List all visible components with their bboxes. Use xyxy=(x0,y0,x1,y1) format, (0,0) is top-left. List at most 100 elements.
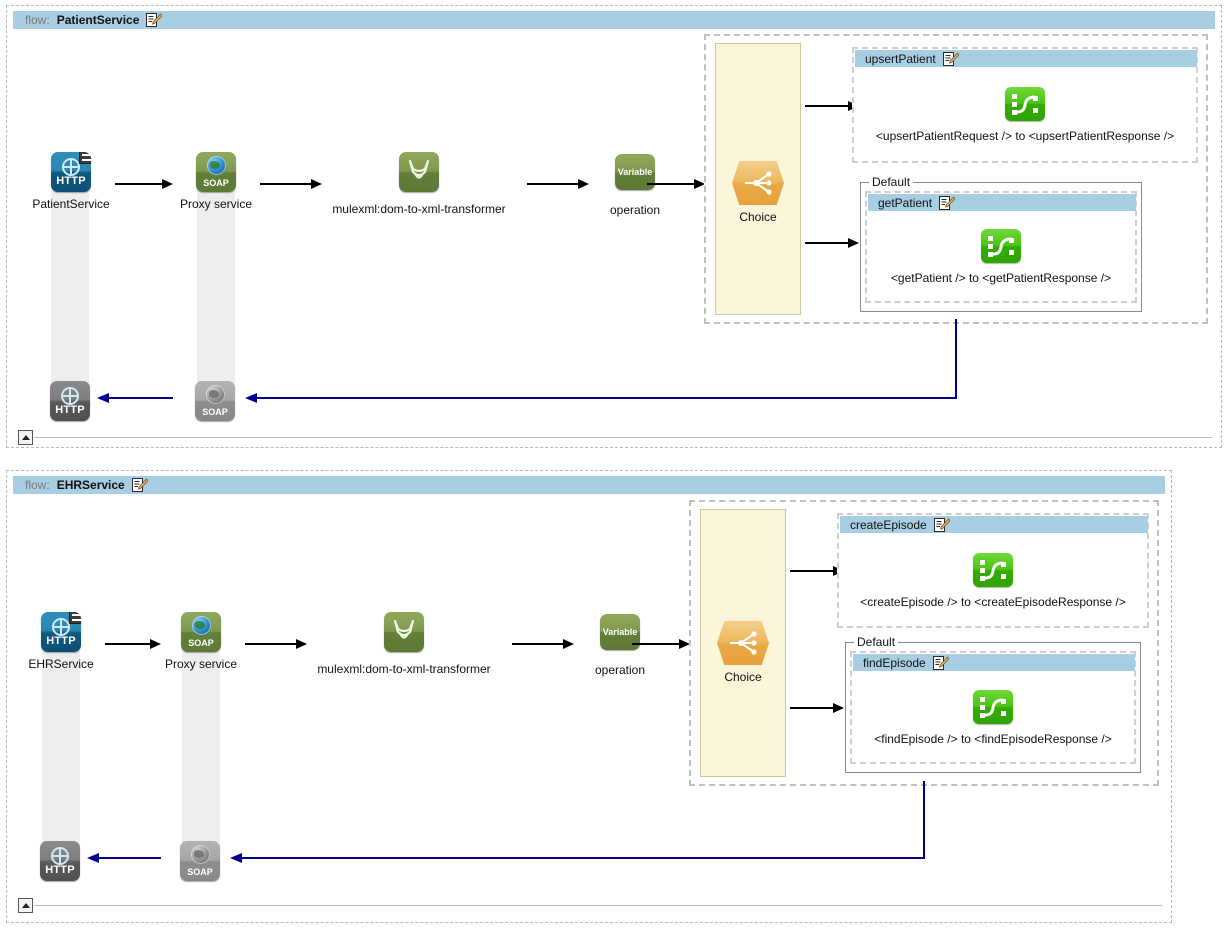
route-title: upsertPatient xyxy=(865,51,936,66)
collapse-up-icon[interactable] xyxy=(18,898,33,913)
globe-glyph xyxy=(61,387,79,405)
soap-proxy-icon[interactable]: SOAP xyxy=(180,841,220,881)
mapping-curve-glyph xyxy=(982,698,1004,717)
flow-title: EHRService xyxy=(56,478,125,492)
node-label: EHRService xyxy=(28,657,94,671)
globe-glyph xyxy=(52,618,70,636)
route-upsertpatient[interactable]: upsertPatient <upsertPatientRequest /> t… xyxy=(852,47,1198,163)
flow-container-ehrservice[interactable]: flow: EHRService HTTP EHRService SOAP Pr… xyxy=(6,470,1172,923)
flow-title: PatientService xyxy=(56,13,140,27)
node-patientservice-return-soap[interactable]: SOAP xyxy=(195,381,235,421)
http-endpoint-icon[interactable]: HTTP xyxy=(40,841,80,881)
route-findepisode[interactable]: findEpisode <findEpisode /> to <findEpis… xyxy=(850,651,1136,764)
edit-pencil-icon[interactable] xyxy=(131,478,149,492)
lane-http-patientservice xyxy=(51,191,89,386)
soap-icon-label: SOAP xyxy=(187,867,213,877)
choice-glyph xyxy=(745,171,772,195)
node-label: PatientService xyxy=(32,197,110,211)
node-ehrservice-proxy[interactable]: SOAP Proxy service xyxy=(161,612,241,671)
edit-pencil-icon[interactable] xyxy=(146,13,163,27)
collapse-divider xyxy=(34,437,1212,438)
edit-pencil-icon[interactable] xyxy=(933,517,951,532)
edit-pencil-icon[interactable] xyxy=(939,195,956,210)
globe-glyph xyxy=(207,156,226,175)
mule-flow-canvas: flow: PatientService HTTP PatientService… xyxy=(0,0,1228,929)
route-header[interactable]: createEpisode xyxy=(840,516,1148,533)
route-createepisode[interactable]: createEpisode <createEpisode /> to <crea… xyxy=(837,513,1149,628)
node-patientservice-return-http[interactable]: HTTP xyxy=(50,381,90,421)
inbound-endpoint-badge-icon xyxy=(79,152,91,164)
datamapper-transform-icon[interactable] xyxy=(973,553,1013,587)
node-patientservice-proxy[interactable]: SOAP Proxy service xyxy=(175,152,257,211)
node-ehrservice-return-soap[interactable]: SOAP xyxy=(180,841,220,881)
edit-pencil-icon[interactable] xyxy=(942,51,960,66)
node-label: Proxy service xyxy=(164,657,238,671)
mapping-curve-glyph xyxy=(982,561,1004,580)
http-endpoint-icon[interactable]: HTTP xyxy=(50,381,90,421)
soap-icon-label: SOAP xyxy=(202,407,228,417)
flow-header-ehrservice[interactable]: flow: EHRService xyxy=(13,476,1165,494)
node-ehrservice-return-http[interactable]: HTTP xyxy=(40,841,80,881)
route-caption: <findEpisode /> to <findEpisodeResponse … xyxy=(874,732,1112,746)
return-line-vertical xyxy=(923,781,925,858)
soap-proxy-icon[interactable]: SOAP xyxy=(196,152,236,192)
globe-glyph xyxy=(206,385,225,404)
route-body: <createEpisode /> to <createEpisodeRespo… xyxy=(839,553,1147,609)
route-getpatient[interactable]: getPatient <getPatient /> to <getPatient… xyxy=(865,191,1137,303)
edit-pencil-icon[interactable] xyxy=(932,655,950,670)
route-caption: <getPatient /> to <getPatientResponse /> xyxy=(890,271,1112,285)
inbound-endpoint-badge-icon xyxy=(69,612,81,624)
http-endpoint-icon[interactable]: HTTP xyxy=(51,152,91,192)
http-endpoint-icon[interactable]: HTTP xyxy=(41,612,81,652)
group-title: Default xyxy=(854,635,899,649)
node-label: Choice xyxy=(739,210,777,224)
lane-http-ehrservice xyxy=(42,651,80,847)
lane-soap-patientservice xyxy=(197,191,235,386)
variable-icon-label: Variable xyxy=(602,627,638,637)
node-ehrservice-transformer[interactable]: mulexml:dom-to-xml-transformer xyxy=(317,612,491,676)
route-caption: <upsertPatientRequest /> to <upsertPatie… xyxy=(875,129,1175,143)
datamapper-transform-icon[interactable] xyxy=(981,229,1021,263)
choice-router-icon[interactable] xyxy=(717,621,769,665)
http-icon-label: HTTP xyxy=(55,404,85,416)
soap-icon-label: SOAP xyxy=(203,178,229,188)
flow-keyword: flow: xyxy=(25,13,50,27)
route-header[interactable]: getPatient xyxy=(868,194,1136,211)
node-label: Choice xyxy=(724,670,762,684)
node-ehrservice-http[interactable]: HTTP EHRService xyxy=(21,612,101,671)
choice-router-icon[interactable] xyxy=(732,161,784,205)
route-title: getPatient xyxy=(878,195,933,210)
node-patientservice-http[interactable]: HTTP PatientService xyxy=(30,152,112,211)
globe-glyph xyxy=(191,845,210,864)
datamapper-transform-icon[interactable] xyxy=(973,690,1013,724)
datamapper-transform-icon[interactable] xyxy=(1005,87,1045,121)
soap-proxy-icon[interactable]: SOAP xyxy=(181,612,221,652)
route-title: findEpisode xyxy=(863,655,926,670)
flow-container-patientservice[interactable]: flow: PatientService HTTP PatientService… xyxy=(6,5,1222,448)
node-label: Proxy service xyxy=(179,197,253,211)
soap-icon-label: SOAP xyxy=(188,638,214,648)
globe-glyph xyxy=(62,158,80,176)
globe-glyph xyxy=(192,616,211,635)
flow-keyword: flow: xyxy=(25,478,50,492)
flow-header-patientservice[interactable]: flow: PatientService xyxy=(13,11,1215,29)
node-patientservice-transformer[interactable]: mulexml:dom-to-xml-transformer xyxy=(332,152,506,216)
route-title: createEpisode xyxy=(850,517,927,532)
variable-icon-label: Variable xyxy=(617,167,653,177)
mule-transformer-icon[interactable] xyxy=(384,612,424,652)
group-title: Default xyxy=(869,175,914,189)
node-label: mulexml:dom-to-xml-transformer xyxy=(317,662,491,676)
collapse-divider xyxy=(34,905,1162,906)
mule-transformer-icon[interactable] xyxy=(399,152,439,192)
node-ehrservice-choice[interactable]: Choice xyxy=(717,621,769,684)
collapse-up-icon[interactable] xyxy=(18,430,33,445)
soap-proxy-icon[interactable]: SOAP xyxy=(195,381,235,421)
route-header[interactable]: upsertPatient xyxy=(855,50,1197,67)
mule-glyph xyxy=(408,159,430,179)
globe-glyph xyxy=(51,847,69,865)
route-header[interactable]: findEpisode xyxy=(853,654,1135,671)
route-caption: <createEpisode /> to <createEpisodeRespo… xyxy=(860,595,1126,609)
node-patientservice-choice[interactable]: Choice xyxy=(732,161,784,224)
node-label: operation xyxy=(594,663,646,677)
http-icon-label: HTTP xyxy=(46,635,76,647)
